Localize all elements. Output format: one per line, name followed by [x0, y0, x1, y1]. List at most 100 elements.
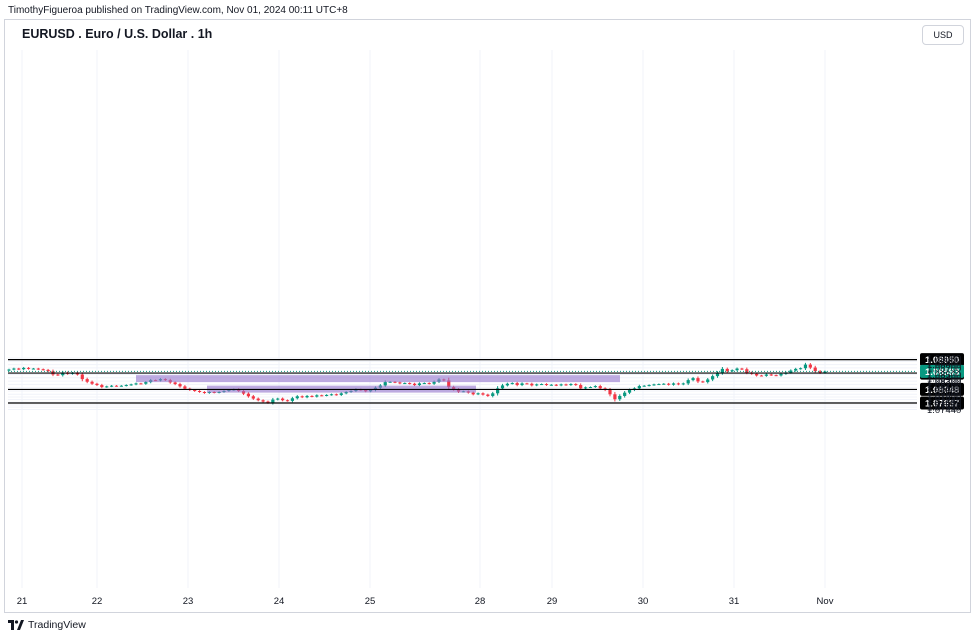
candle-body — [85, 379, 89, 382]
candle-body — [325, 394, 329, 396]
candle-body — [745, 369, 749, 373]
candle-body — [339, 393, 343, 395]
candle-body — [637, 386, 641, 389]
brand-name: TradingView — [28, 619, 86, 631]
candle-body — [22, 367, 26, 370]
candle-body — [246, 393, 251, 397]
candle-body — [310, 395, 314, 397]
time-tick-label: 30 — [638, 596, 649, 607]
candle-body — [481, 393, 485, 395]
candle-body — [662, 383, 666, 385]
candle-body — [754, 373, 759, 376]
candle-body — [530, 383, 534, 386]
candle-body — [618, 395, 622, 400]
candle-body — [398, 382, 402, 384]
candle-body — [774, 375, 778, 377]
candle-body — [798, 368, 803, 370]
candle-body — [569, 384, 573, 386]
candle-body — [593, 386, 597, 388]
candle-body — [539, 384, 544, 386]
candle-body — [295, 396, 299, 399]
time-axis: 21 22 23 24 25 28 29 30 31 Nov — [17, 596, 834, 607]
time-tick-label: 25 — [365, 596, 376, 607]
candle-body — [706, 379, 710, 383]
candle-body — [525, 383, 529, 385]
candle-body — [7, 369, 11, 371]
candle-body — [56, 374, 60, 376]
candle-body — [129, 384, 133, 386]
candles — [7, 362, 827, 405]
candle-body — [17, 368, 21, 370]
candle-body — [535, 384, 539, 386]
candle-body — [403, 383, 407, 385]
candle-body — [554, 384, 558, 386]
candle-body — [422, 383, 426, 385]
candle-body — [476, 393, 480, 395]
candle-body — [31, 368, 36, 370]
candle-body — [623, 392, 627, 396]
candle-body — [549, 384, 553, 386]
candle-body — [202, 391, 207, 393]
price-chart[interactable]: 1.089501.085431.080481.076371.08593 1.09… — [0, 0, 975, 638]
candle-body — [510, 383, 514, 385]
candle-body — [642, 385, 646, 387]
candle-body — [26, 367, 31, 369]
candle-body — [80, 374, 84, 380]
tradingview-brand[interactable]: TradingView — [8, 619, 86, 631]
candle-body — [300, 396, 304, 398]
price-tick-label: 1.07440 — [927, 405, 961, 416]
candle-body — [505, 383, 509, 386]
candle-body — [305, 395, 309, 398]
candle-body — [290, 398, 295, 401]
candle-body — [276, 398, 280, 400]
candle-body — [261, 400, 265, 402]
time-tick-label: 24 — [274, 596, 285, 607]
candle-body — [486, 394, 490, 396]
time-tick-label: 23 — [183, 596, 194, 607]
candle-body — [696, 378, 700, 382]
candle-body — [671, 383, 676, 385]
candle-body — [471, 392, 475, 395]
candle-body — [759, 375, 764, 377]
candle-body — [105, 386, 109, 388]
candle-body — [613, 394, 617, 400]
tradingview-logo-icon — [8, 620, 24, 630]
candle-body — [720, 368, 724, 373]
candle-body — [315, 395, 319, 397]
candle-body — [647, 385, 651, 387]
candle-body — [183, 386, 187, 389]
candle-body — [520, 383, 524, 386]
candle-body — [12, 368, 16, 370]
candle-body — [427, 383, 431, 385]
candle-body — [598, 386, 602, 389]
candle-body — [491, 393, 495, 396]
candle-body — [46, 369, 50, 372]
candle-body — [667, 383, 671, 385]
gridlines — [8, 50, 917, 588]
candle-body — [544, 384, 549, 386]
price-axis: 1.090001.089001.088001.087001.085001.084… — [927, 354, 961, 416]
candle-body — [173, 382, 177, 385]
candle-body — [256, 398, 260, 401]
candle-body — [657, 384, 661, 386]
candle-body — [515, 383, 519, 386]
candle-body — [769, 374, 773, 376]
candle-body — [110, 385, 114, 387]
candle-body — [193, 390, 197, 392]
candle-body — [100, 385, 104, 388]
candle-body — [90, 381, 94, 384]
time-tick-label: 22 — [92, 596, 103, 607]
time-tick-label: Nov — [817, 596, 834, 607]
candle-body — [725, 368, 729, 372]
time-tick-label: 29 — [547, 596, 558, 607]
candle-body — [676, 383, 681, 385]
candle-body — [808, 364, 812, 368]
candle-body — [701, 381, 705, 383]
candle-body — [711, 376, 715, 380]
candle-body — [119, 385, 123, 387]
candle-body — [281, 398, 285, 401]
candle-body — [579, 385, 583, 389]
candle-body — [686, 380, 690, 384]
candle-body — [41, 369, 45, 371]
candle-body — [813, 367, 817, 372]
